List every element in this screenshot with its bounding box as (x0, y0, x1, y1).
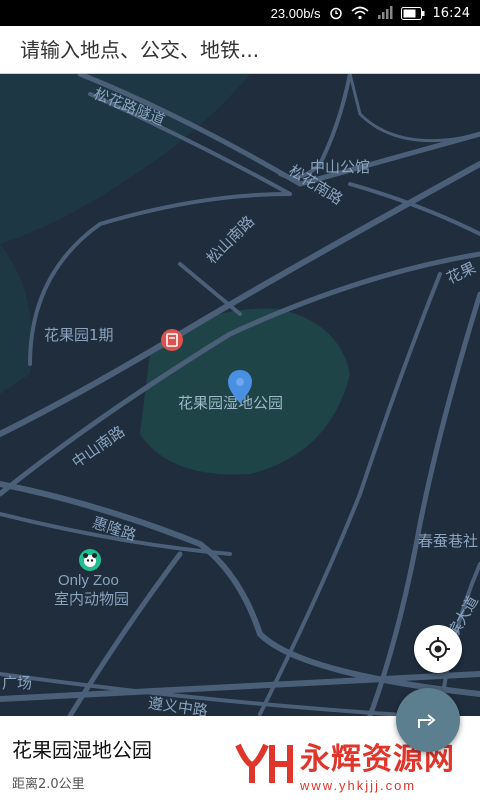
locate-icon (426, 637, 450, 661)
wifi-icon (351, 6, 369, 20)
net-speed: 23.00b/s (270, 5, 321, 21)
alarm-icon (329, 6, 343, 20)
route-button[interactable] (396, 688, 460, 752)
label-huaguo-phase1: 花果园1期 (44, 326, 114, 344)
status-bar: 23.00b/s 16:24 (0, 0, 480, 26)
search-bar[interactable] (0, 26, 480, 74)
clock-time: 16:24 (432, 5, 470, 21)
locate-button[interactable] (414, 625, 462, 673)
map-view[interactable]: 松花路隧道 中山公馆 松花南路 松山南路 花果 花果园1期 中山南路 花果园湿地… (0, 74, 480, 716)
label-square: 广场 (2, 674, 33, 692)
label-only-zoo: Only Zoo (58, 572, 119, 589)
battery-icon (400, 6, 425, 20)
search-input[interactable] (20, 37, 480, 62)
label-chuncan: 春蚕巷社 (418, 532, 479, 550)
label-indoor-zoo: 室内动物园 (54, 590, 130, 608)
signal-icon (377, 6, 393, 20)
route-icon (418, 714, 436, 728)
watermark-url: www.yhkjjj.com (300, 778, 417, 793)
watermark-logo-icon (235, 743, 293, 783)
